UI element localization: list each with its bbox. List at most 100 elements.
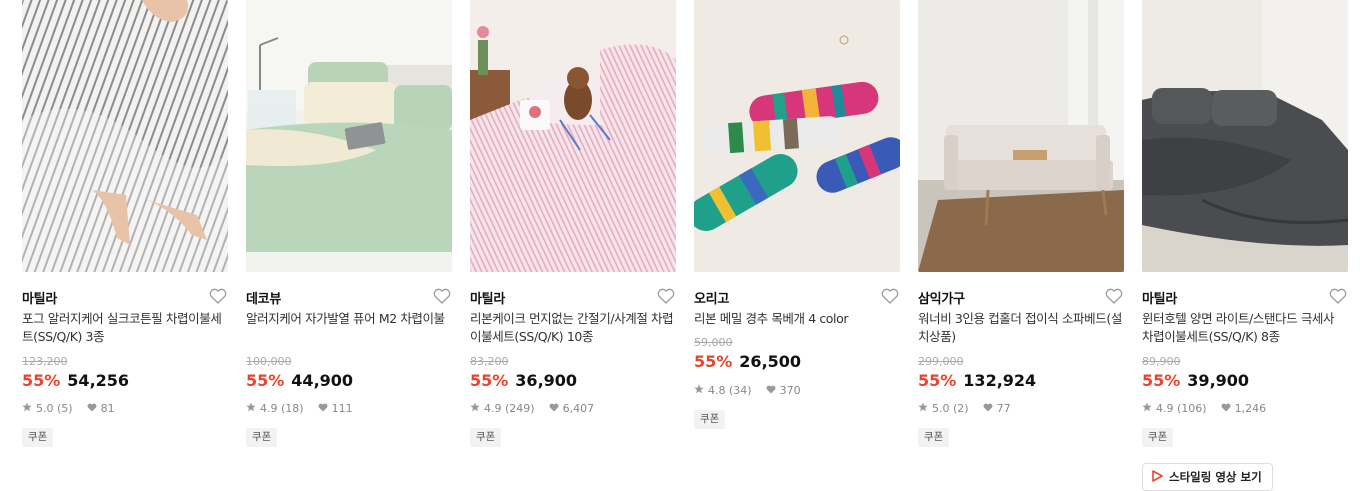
- product-image[interactable]: [918, 0, 1124, 272]
- product-card[interactable]: 오리고 리본 메밀 경추 목베개 4 color 59,000 55% 26,5…: [694, 0, 900, 487]
- star-icon: [918, 402, 928, 415]
- review-stats: 4.9 (106) 1,246: [1142, 402, 1266, 415]
- gray-bedding-photo: [1142, 0, 1348, 272]
- rating-text: 4.8 (34): [708, 384, 752, 397]
- coupon-badge: 쿠폰: [918, 428, 950, 447]
- sale-price: 44,900: [291, 371, 354, 390]
- original-price: 100,000: [246, 355, 292, 368]
- product-title[interactable]: 알러지케어 자가발열 퓨어 M2 차렵이불: [246, 310, 452, 328]
- likes-count: 81: [100, 402, 115, 415]
- review-stats: 4.9 (18) 111: [246, 402, 353, 415]
- discount-rate: 55%: [246, 371, 285, 390]
- heart-count-icon: [1221, 402, 1231, 415]
- neck-pillows-photo: [694, 0, 900, 272]
- coupon-badge: 쿠폰: [22, 428, 54, 447]
- striped-bedding-photo: [22, 0, 228, 272]
- original-price: 299,000: [918, 355, 964, 368]
- product-image[interactable]: [22, 0, 228, 272]
- star-icon: [694, 384, 704, 397]
- brand-name[interactable]: 오리고: [694, 288, 729, 307]
- price-row: 55% 36,900: [470, 371, 577, 390]
- sale-price: 54,256: [67, 371, 130, 390]
- review-stats: 4.9 (249) 6,407: [470, 402, 594, 415]
- product-image[interactable]: [694, 0, 900, 272]
- product-title[interactable]: 리본 메밀 경추 목베개 4 color: [694, 310, 900, 328]
- coupon-badge: 쿠폰: [470, 428, 502, 447]
- styling-video-label: 스타일링 영상 보기: [1169, 470, 1262, 484]
- product-image[interactable]: [1142, 0, 1348, 272]
- heart-count-icon: [318, 402, 328, 415]
- review-stats: 5.0 (2) 77: [918, 402, 1011, 415]
- product-image[interactable]: [246, 0, 452, 272]
- product-card[interactable]: 마틸라 포그 알러지케어 실크코튼필 차렵이불세트(SS/Q/K) 3종 123…: [22, 0, 228, 487]
- likes-count: 1,246: [1234, 402, 1267, 415]
- sale-price: 39,900: [1187, 371, 1250, 390]
- star-icon: [22, 402, 32, 415]
- brand-row: 삼익가구: [918, 286, 1124, 307]
- likes-count: 111: [331, 402, 353, 415]
- product-title[interactable]: 리본케이크 먼지없는 간절기/사계절 차렵이불세트(SS/Q/K) 10종: [470, 310, 676, 346]
- original-price: 83,200: [470, 355, 509, 368]
- brand-row: 마틸라: [22, 286, 228, 307]
- heart-count-icon: [87, 402, 97, 415]
- likes-count: 6,407: [562, 402, 595, 415]
- original-price: 89,900: [1142, 355, 1181, 368]
- price-row: 55% 54,256: [22, 371, 129, 390]
- price-row: 55% 39,900: [1142, 371, 1249, 390]
- product-image[interactable]: [470, 0, 676, 272]
- brand-name[interactable]: 삼익가구: [918, 288, 965, 307]
- coupon-badge: 쿠폰: [694, 410, 726, 429]
- review-stats: 5.0 (5) 81: [22, 402, 115, 415]
- rating-text: 4.9 (18): [260, 402, 304, 415]
- original-price: 59,000: [694, 336, 733, 349]
- brand-row: 오리고: [694, 286, 900, 307]
- price-row: 55% 44,900: [246, 371, 353, 390]
- coupon-badge: 쿠폰: [246, 428, 278, 447]
- product-card[interactable]: 마틸라 리본케이크 먼지없는 간절기/사계절 차렵이불세트(SS/Q/K) 10…: [470, 0, 676, 487]
- original-price: 123,200: [22, 355, 68, 368]
- price-row: 55% 132,924: [918, 371, 1036, 390]
- brand-name[interactable]: 마틸라: [1142, 288, 1177, 307]
- heart-count-icon: [983, 402, 993, 415]
- sofa-bed-photo: [918, 0, 1124, 272]
- brand-row: 마틸라: [470, 286, 676, 307]
- product-card[interactable]: 삼익가구 워너비 3인용 컵홀더 접이식 소파베드(설치상품) 299,000 …: [918, 0, 1124, 487]
- discount-rate: 55%: [918, 371, 957, 390]
- rating-text: 5.0 (2): [932, 402, 969, 415]
- star-icon: [1142, 402, 1152, 415]
- heart-count-icon: [549, 402, 559, 415]
- sale-price: 132,924: [963, 371, 1037, 390]
- play-icon: [1151, 469, 1163, 485]
- product-card[interactable]: 마틸라 윈터호텔 양면 라이트/스탠다드 극세사 차렵이불세트(SS/Q/K) …: [1142, 0, 1348, 491]
- wishlist-heart-icon[interactable]: [1328, 286, 1348, 306]
- wishlist-heart-icon[interactable]: [208, 286, 228, 306]
- price-row: 55% 26,500: [694, 352, 801, 371]
- pink-bedding-photo: [470, 0, 676, 272]
- product-title[interactable]: 포그 알러지케어 실크코튼필 차렵이불세트(SS/Q/K) 3종: [22, 310, 228, 346]
- brand-row: 마틸라: [1142, 286, 1348, 307]
- likes-count: 77: [996, 402, 1011, 415]
- wishlist-heart-icon[interactable]: [432, 286, 452, 306]
- rating-text: 4.9 (106): [1156, 402, 1207, 415]
- sale-price: 26,500: [739, 352, 802, 371]
- brand-name[interactable]: 마틸라: [22, 288, 57, 307]
- coupon-badge: 쿠폰: [1142, 428, 1174, 447]
- heart-count-icon: [766, 384, 776, 397]
- wishlist-heart-icon[interactable]: [1104, 286, 1124, 306]
- wishlist-heart-icon[interactable]: [880, 286, 900, 306]
- product-title[interactable]: 워너비 3인용 컵홀더 접이식 소파베드(설치상품): [918, 310, 1124, 346]
- star-icon: [246, 402, 256, 415]
- product-title[interactable]: 윈터호텔 양면 라이트/스탠다드 극세사 차렵이불세트(SS/Q/K) 8종: [1142, 310, 1348, 346]
- sale-price: 36,900: [515, 371, 578, 390]
- discount-rate: 55%: [694, 352, 733, 371]
- rating-text: 4.9 (249): [484, 402, 535, 415]
- product-grid: 마틸라 포그 알러지케어 실크코튼필 차렵이불세트(SS/Q/K) 3종 123…: [22, 0, 1348, 491]
- brand-name[interactable]: 마틸라: [470, 288, 505, 307]
- rating-text: 5.0 (5): [36, 402, 73, 415]
- likes-count: 370: [779, 384, 801, 397]
- brand-name[interactable]: 데코뷰: [246, 288, 281, 307]
- brand-row: 데코뷰: [246, 286, 452, 307]
- mint-bedding-photo: [246, 0, 452, 272]
- wishlist-heart-icon[interactable]: [656, 286, 676, 306]
- product-card[interactable]: 데코뷰 알러지케어 자가발열 퓨어 M2 차렵이불 100,000 55% 44…: [246, 0, 452, 487]
